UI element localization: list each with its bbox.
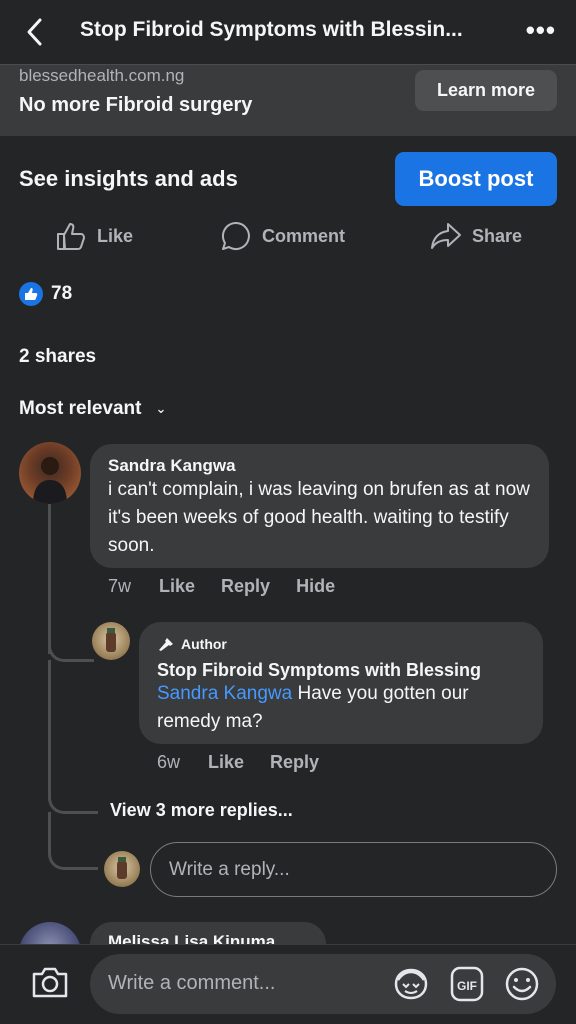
avatar-sticker-icon [394, 968, 428, 1000]
thread-line [48, 660, 51, 800]
author-badge-label: Author [181, 636, 227, 652]
comment-placeholder: Write a comment... [108, 972, 276, 994]
comment-reply-button[interactable]: Reply [221, 576, 270, 597]
microphone-icon [159, 638, 173, 651]
camera-button[interactable] [30, 964, 70, 1007]
thread-connector [48, 848, 98, 870]
thread-connector [48, 792, 98, 814]
emoji-button[interactable] [503, 966, 541, 1007]
like-button[interactable]: Like [55, 218, 133, 254]
thread-connector [48, 640, 94, 662]
gif-icon: GIF [450, 966, 484, 1002]
comment-label: Comment [262, 225, 346, 246]
reaction-count: 78 [51, 283, 73, 304]
reply-text: Sandra Kangwa Have you gotten our remedy… [157, 680, 527, 736]
avatar [104, 851, 140, 887]
author-badge: Author [157, 636, 227, 652]
reply-meta: 6w Like Reply [157, 752, 345, 773]
comment-hide-button[interactable]: Hide [296, 576, 335, 597]
chevron-left-icon [27, 18, 42, 46]
like-reaction-icon [19, 282, 43, 306]
view-more-replies-link[interactable]: View 3 more replies... [110, 800, 293, 821]
reaction-summary[interactable]: 78 [19, 282, 72, 306]
thread-line [48, 812, 51, 852]
comment-like-button[interactable]: Like [159, 576, 195, 597]
like-label: Like [97, 225, 134, 246]
sort-label: Most relevant [19, 398, 142, 419]
more-options-button[interactable]: ••• [526, 17, 556, 43]
reply-reply-button[interactable]: Reply [270, 752, 319, 773]
page-title: Stop Fibroid Symptoms with Blessin... [80, 18, 463, 41]
share-count[interactable]: 2 shares [19, 346, 96, 368]
share-label: Share [472, 225, 523, 246]
comment-author[interactable]: Melissa Lisa Kinuma [108, 932, 275, 944]
avatar[interactable] [19, 442, 81, 504]
comment-time: 7w [108, 576, 132, 596]
reply-author[interactable]: Stop Fibroid Symptoms with Blessing [157, 660, 481, 681]
thread-line [48, 504, 51, 654]
boost-post-button[interactable]: Boost post [395, 152, 557, 206]
emoji-icon [505, 967, 539, 1001]
camera-icon [32, 967, 68, 998]
share-arrow-icon [431, 223, 461, 249]
top-bar: Stop Fibroid Symptoms with Blessin... ••… [0, 0, 576, 64]
chevron-down-icon: ⌄ [155, 401, 167, 416]
reply-placeholder: Write a reply... [169, 858, 290, 880]
share-button[interactable]: Share [430, 218, 522, 254]
reply-input[interactable]: Write a reply... [150, 842, 557, 897]
comment-button[interactable]: Comment [220, 218, 345, 254]
comment-author[interactable]: Sandra Kangwa [108, 456, 236, 476]
comment-meta: 7w Like Reply Hide [108, 576, 361, 597]
avatar[interactable] [92, 622, 130, 660]
reply-time: 6w [157, 752, 181, 772]
thumbs-up-icon [57, 223, 85, 250]
back-button[interactable] [22, 16, 50, 48]
reply-like-button[interactable]: Like [208, 752, 244, 773]
gif-button[interactable]: GIF [450, 966, 484, 1007]
see-insights-link[interactable]: See insights and ads [19, 166, 238, 192]
comment-text: i can't complain, i was leaving on brufe… [108, 479, 530, 556]
sort-comments-dropdown[interactable]: Most relevant ⌄ [19, 398, 166, 420]
avatar-sticker-button[interactable] [392, 966, 430, 1007]
learn-more-button[interactable]: Learn more [415, 70, 557, 111]
mention-link[interactable]: Sandra Kangwa [157, 683, 292, 704]
svg-text:GIF: GIF [457, 979, 477, 993]
ad-headline: No more Fibroid surgery [19, 94, 253, 116]
more-horizontal-icon: ••• [525, 15, 556, 45]
ad-url: blessedhealth.com.ng [19, 66, 185, 85]
comment-bubble-icon [221, 221, 250, 250]
